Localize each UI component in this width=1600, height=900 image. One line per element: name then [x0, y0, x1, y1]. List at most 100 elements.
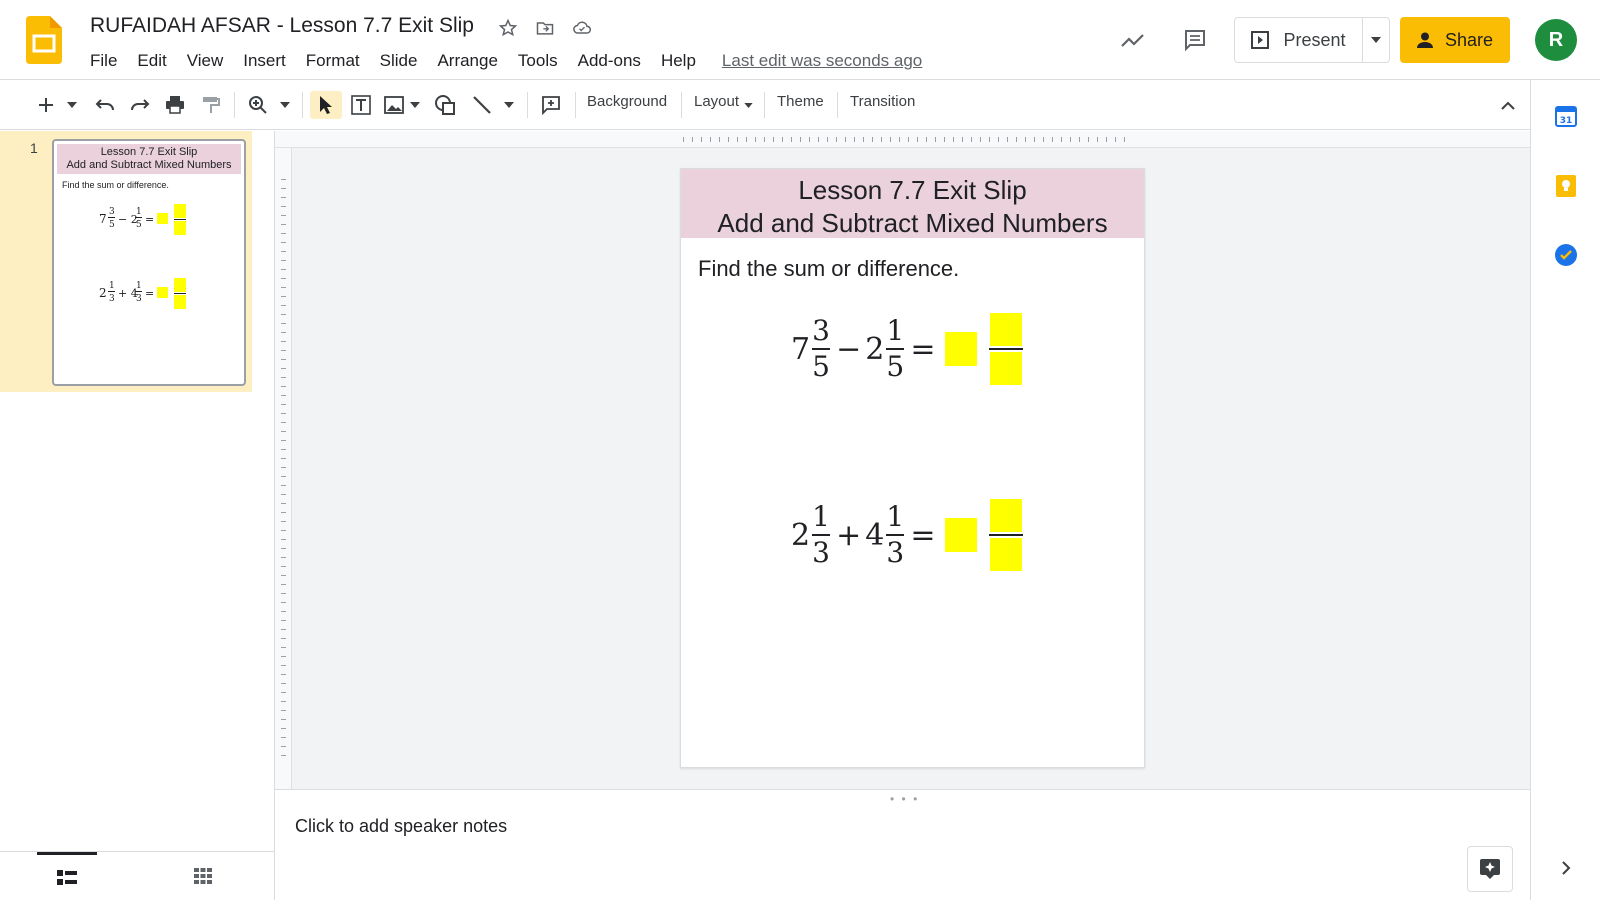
menu-view[interactable]: View [177, 51, 234, 71]
tasks-icon[interactable] [1554, 243, 1578, 267]
filmstrip-view-tab[interactable] [37, 852, 97, 900]
present-button[interactable]: Present [1235, 18, 1363, 62]
line-dropdown-icon[interactable] [502, 91, 516, 119]
present-button-group: Present [1234, 17, 1390, 63]
undo-icon[interactable] [93, 91, 117, 119]
slide-title-box[interactable]: Lesson 7.7 Exit Slip Add and Subtract Mi… [681, 169, 1144, 238]
grid-view-tab[interactable] [173, 852, 233, 900]
slide-prompt[interactable]: Find the sum or difference. [698, 256, 959, 282]
caret-down-icon [1371, 37, 1381, 43]
fraction-bar [989, 534, 1024, 536]
slide[interactable]: Lesson 7.7 Exit Slip Add and Subtract Mi… [680, 168, 1145, 768]
select-cursor-icon[interactable] [310, 91, 342, 119]
present-icon [1251, 31, 1270, 49]
expand-side-panel-icon[interactable] [1554, 856, 1578, 880]
eq1-numerator-1: 3 [812, 314, 830, 347]
print-icon[interactable] [163, 91, 187, 119]
paint-format-icon[interactable] [199, 91, 223, 119]
menu-slide[interactable]: Slide [370, 51, 428, 71]
toolbar-divider [302, 92, 303, 118]
layout-button[interactable]: Layout [694, 93, 739, 110]
notes-resize-handle[interactable]: • • • [890, 792, 919, 806]
eq1-denominator-1: 5 [812, 350, 830, 383]
eq2-numerator-1: 1 [812, 500, 830, 533]
theme-button[interactable]: Theme [777, 93, 824, 110]
toolbar-divider [234, 92, 235, 118]
thumbnail-equations: 7 35 − 2 15 = 2 13 + 4 13 = [99, 204, 186, 309]
slide-number: 1 [30, 140, 38, 156]
eq2-answer-whole-box[interactable] [945, 518, 978, 552]
image-dropdown-icon[interactable] [408, 91, 422, 119]
activity-dashboard-icon[interactable] [1115, 22, 1151, 58]
star-icon[interactable] [495, 15, 521, 41]
toolbar: Background Layout Theme Transition [0, 80, 1530, 130]
eq2-answer-denominator-box[interactable] [990, 538, 1023, 571]
menu-help[interactable]: Help [651, 51, 706, 71]
explore-icon [1480, 859, 1500, 879]
toolbar-divider [837, 92, 838, 118]
slide-title-line1: Lesson 7.7 Exit Slip [798, 175, 1027, 205]
shape-icon[interactable] [432, 91, 458, 119]
share-label: Share [1444, 29, 1494, 50]
comments-icon[interactable] [1177, 22, 1213, 58]
redo-icon[interactable] [128, 91, 152, 119]
thumbnail-title: Lesson 7.7 Exit Slip Add and Subtract Mi… [57, 144, 241, 174]
layout-caret-icon[interactable] [742, 91, 754, 119]
eq1-answer-whole-box[interactable] [945, 332, 978, 366]
eq1-answer-numerator-box[interactable] [990, 313, 1023, 346]
document-title[interactable]: RUFAIDAH AFSAR - Lesson 7.7 Exit Slip [90, 14, 474, 38]
svg-text:− 2: − 2 [118, 213, 138, 226]
svg-text:3: 3 [136, 294, 142, 304]
menu-format[interactable]: Format [296, 51, 370, 71]
filmstrip-slide-item[interactable]: 1 Lesson 7.7 Exit Slip Add and Subtract … [0, 131, 252, 392]
svg-text:+ 4: + 4 [118, 287, 138, 300]
eq1-fraction-2: 1 5 [886, 315, 905, 383]
eq2-fraction-1: 1 3 [812, 500, 831, 569]
equation-2[interactable]: 2 1 3 + 4 1 3 = [791, 499, 1024, 571]
text-box-icon[interactable] [349, 91, 373, 119]
speaker-notes-placeholder[interactable]: Click to add speaker notes [295, 816, 507, 837]
svg-text:2: 2 [99, 286, 107, 300]
present-options-dropdown[interactable] [1363, 18, 1389, 62]
menu-edit[interactable]: Edit [127, 51, 176, 71]
toolbar-divider [575, 92, 576, 118]
list-view-icon [57, 869, 77, 885]
svg-text:3: 3 [109, 294, 115, 304]
slide-thumbnail[interactable]: Lesson 7.7 Exit Slip Add and Subtract Mi… [52, 139, 246, 386]
new-slide-icon[interactable] [35, 91, 57, 119]
menu-tools[interactable]: Tools [508, 51, 568, 71]
speaker-notes-panel[interactable]: • • • Click to add speaker notes [275, 789, 1530, 900]
line-icon[interactable] [470, 91, 494, 119]
menu-file[interactable]: File [80, 51, 127, 71]
insert-image-icon[interactable] [383, 91, 405, 119]
menu-arrange[interactable]: Arrange [427, 51, 507, 71]
cloud-saved-icon[interactable] [569, 15, 595, 41]
collapse-menus-icon[interactable] [1495, 92, 1521, 118]
last-edit-link[interactable]: Last edit was seconds ago [722, 51, 922, 71]
explore-button[interactable] [1467, 846, 1513, 892]
zoom-icon[interactable] [246, 91, 270, 119]
background-button[interactable]: Background [587, 93, 667, 110]
slide-title-line2: Add and Subtract Mixed Numbers [717, 208, 1108, 238]
account-avatar[interactable]: R [1535, 19, 1577, 61]
add-comment-icon[interactable] [539, 91, 563, 119]
equation-1[interactable]: 7 3 5 − 2 1 5 = [791, 313, 1024, 385]
transition-button[interactable]: Transition [850, 93, 915, 110]
eq2-answer-numerator-box[interactable] [990, 499, 1023, 532]
new-slide-dropdown-icon[interactable] [65, 91, 79, 119]
slides-logo-icon[interactable] [26, 16, 62, 64]
eq1-operator: − [836, 331, 862, 367]
eq2-operator: + [836, 517, 862, 553]
share-button[interactable]: Share [1400, 17, 1510, 63]
eq2-equals: = [910, 517, 936, 553]
keep-icon[interactable] [1554, 174, 1578, 198]
toolbar-divider [681, 92, 682, 118]
eq1-answer-denominator-box[interactable] [990, 352, 1023, 385]
calendar-icon[interactable]: 31 [1554, 104, 1578, 128]
menu-add-ons[interactable]: Add-ons [568, 51, 651, 71]
menu-bar: File Edit View Insert Format Slide Arran… [80, 48, 922, 74]
zoom-dropdown-icon[interactable] [278, 91, 292, 119]
thumbnail-prompt: Find the sum or difference. [62, 180, 169, 190]
menu-insert[interactable]: Insert [233, 51, 296, 71]
move-folder-icon[interactable] [532, 15, 558, 41]
